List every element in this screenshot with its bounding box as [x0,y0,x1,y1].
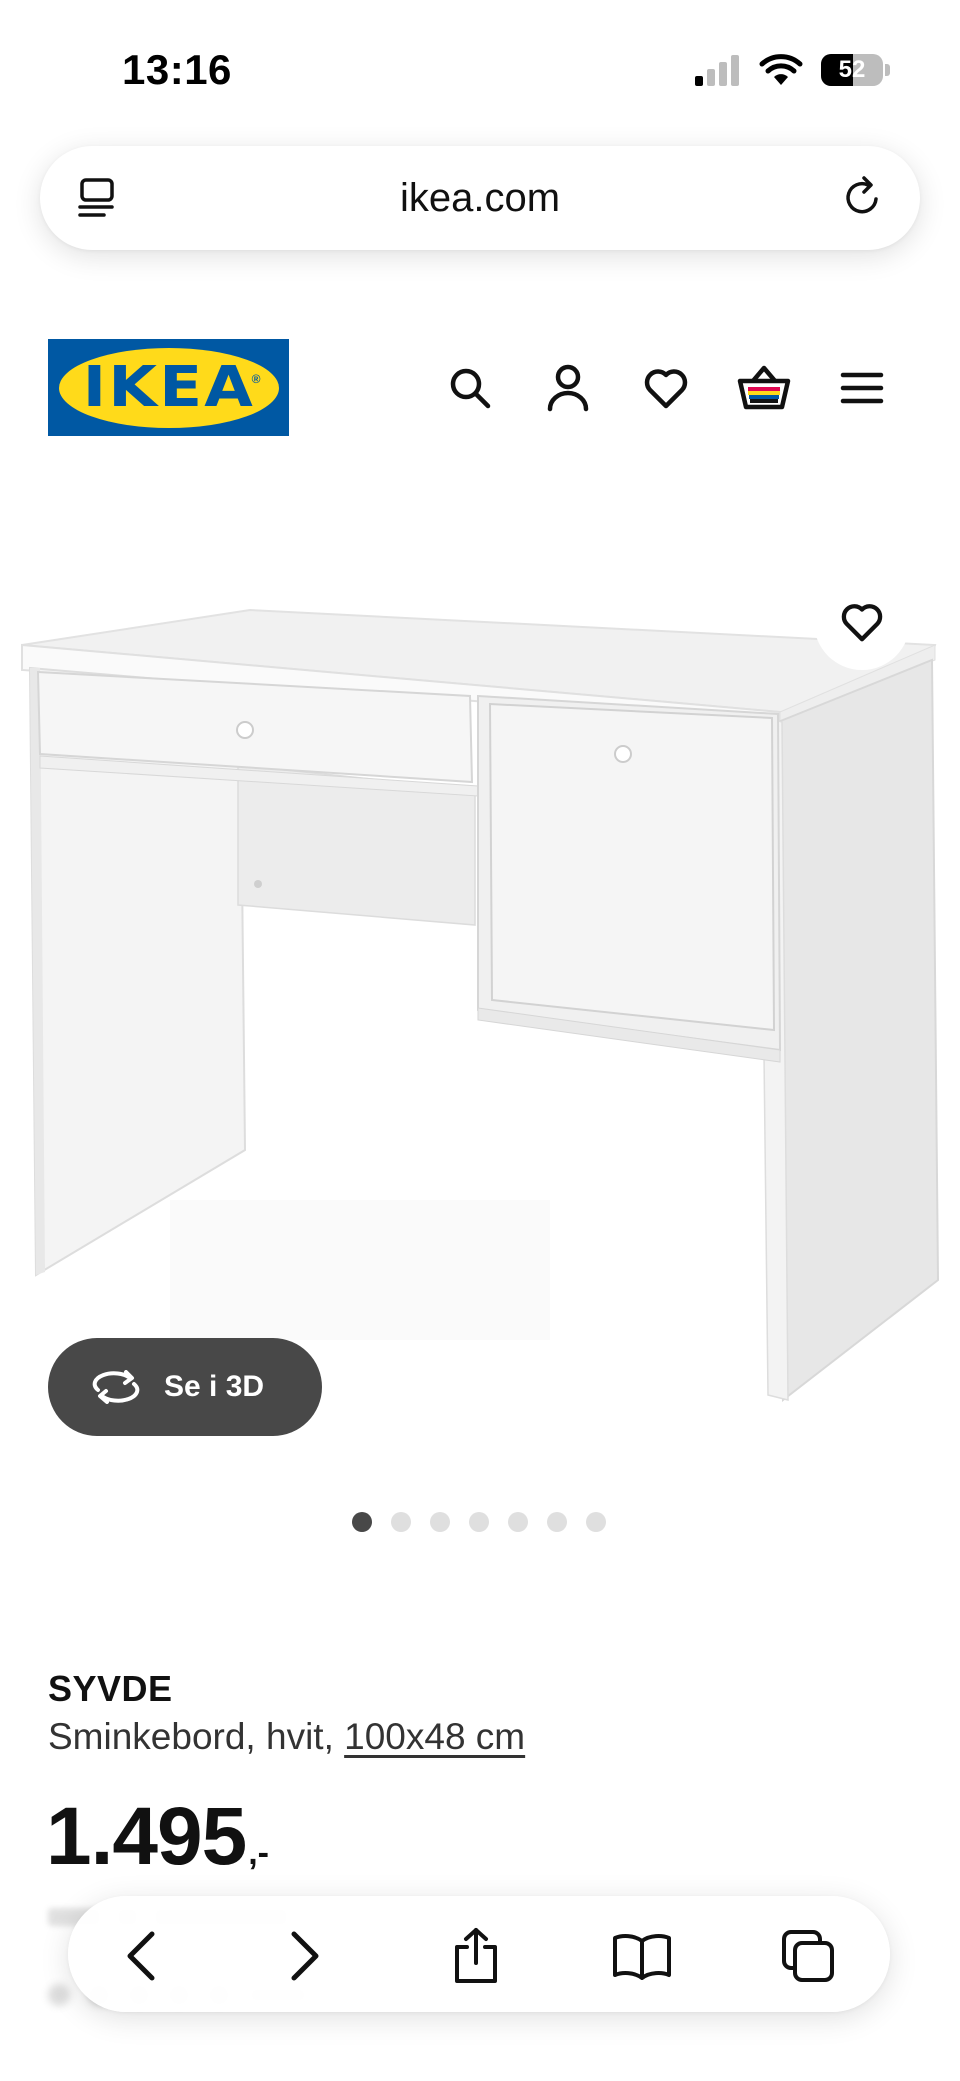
ikea-logo[interactable]: IKEA ® [48,339,289,436]
cellular-signal-icon [695,55,739,86]
carousel-dot[interactable] [469,1512,489,1532]
reload-icon[interactable] [838,172,888,222]
logo-oval: IKEA ® [58,347,279,428]
hamburger-menu-icon[interactable] [834,360,890,416]
profile-icon[interactable] [540,360,596,416]
carousel-dot[interactable] [352,1512,372,1532]
image-carousel-dots [352,1512,606,1534]
carousel-dot[interactable] [430,1512,450,1532]
status-bar: 13:16 52 [0,0,960,130]
share-icon [455,1928,497,1983]
heart-icon[interactable] [638,360,694,416]
rotate-3d-icon [92,1370,140,1404]
logo-text: IKEA [82,355,255,420]
battery-nub [885,64,890,76]
product-description: Sminkebord, hvit, 100x48 cm [48,1716,525,1758]
price-suffix: ,- [248,1834,269,1872]
browser-toolbar [68,1896,890,2012]
bookmarks-button[interactable] [612,1926,672,1986]
back-button[interactable] [112,1926,172,1986]
tabs-icon [782,1930,834,1982]
url-text[interactable]: ikea.com [40,146,920,250]
address-bar[interactable]: ikea.com [40,146,920,250]
product-image[interactable] [0,520,960,1480]
view-in-3d-button[interactable]: Se i 3D [48,1338,322,1436]
carousel-dot[interactable] [508,1512,528,1532]
carousel-dot[interactable] [586,1512,606,1532]
carousel-dot[interactable] [547,1512,567,1532]
forward-icon [291,1931,319,1981]
price-main: 1.495 [46,1791,247,1882]
status-icons: 52 [693,50,890,90]
view-in-3d-label: Se i 3D [164,1370,265,1403]
product-name[interactable]: SYVDE [48,1668,173,1710]
product-size-link[interactable]: 100x48 cm [344,1716,525,1757]
product-description-text: Sminkebord, hvit, [48,1716,334,1757]
shopping-bag-icon[interactable] [736,360,792,416]
share-button[interactable] [446,1926,506,1986]
registered-mark: ® [251,371,261,386]
heart-icon [841,604,883,642]
battery-level: 52 [838,56,866,83]
battery-icon: 52 [821,54,883,86]
product-price: 1.495 ,- [46,1790,269,1884]
status-time: 13:16 [122,46,232,93]
search-icon[interactable] [442,360,498,416]
add-to-wishlist-button[interactable] [814,574,910,670]
carousel-dot[interactable] [391,1512,411,1532]
forward-button[interactable] [274,1926,334,1986]
bookmarks-icon [613,1934,671,1980]
tabs-button[interactable] [778,1926,838,1986]
wifi-icon [759,54,803,85]
back-icon [127,1931,155,1981]
